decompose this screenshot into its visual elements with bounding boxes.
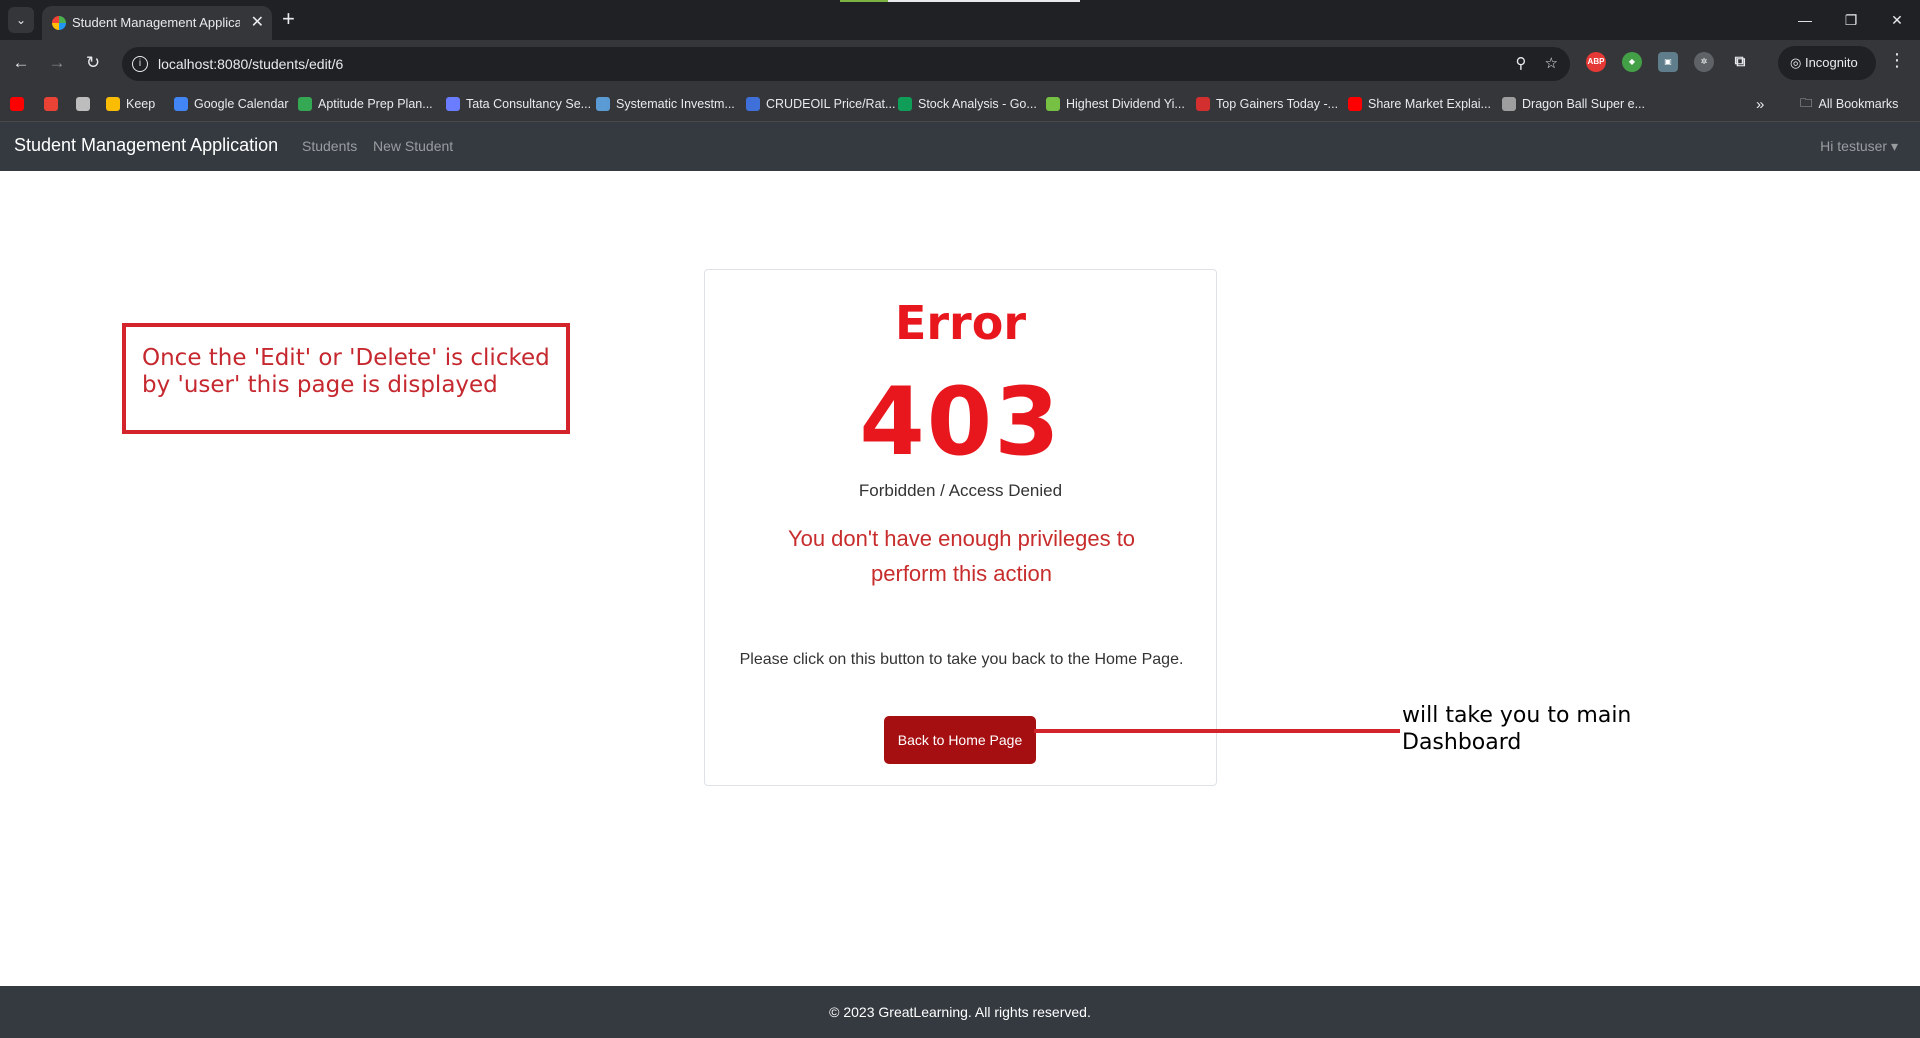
- bookmark-item[interactable]: Share Market Explai...: [1348, 95, 1491, 113]
- prep-icon: [298, 97, 312, 111]
- help-text: Please click on this button to take you …: [739, 651, 1184, 668]
- extension-icon[interactable]: ▣: [1658, 52, 1678, 72]
- crude-icon: [746, 97, 760, 111]
- bookmark-item[interactable]: Aptitude Prep Plan...: [298, 95, 433, 113]
- gmail-icon: [44, 97, 58, 111]
- back-to-home-button[interactable]: Back to Home Page: [884, 716, 1036, 764]
- bookmark-label: Top Gainers Today -...: [1216, 97, 1339, 111]
- site-info-icon[interactable]: i: [132, 56, 148, 72]
- bookmark-item[interactable]: Highest Dividend Yi...: [1046, 95, 1185, 113]
- youtube-icon: [10, 97, 24, 111]
- bookmark-label: Dragon Ball Super e...: [1522, 97, 1645, 111]
- bookmark-item[interactable]: Stock Analysis - Go...: [898, 95, 1037, 113]
- keep-icon: [106, 97, 120, 111]
- error-message: You don't have enough privileges to perf…: [787, 526, 1136, 586]
- globe-icon: [1502, 97, 1516, 111]
- bookmark-label: Systematic Investm...: [616, 97, 735, 111]
- annotation-box: Once the 'Edit' or 'Delete' is clicked b…: [122, 323, 570, 434]
- bookmark-label: Tata Consultancy Se...: [466, 97, 592, 111]
- tab-title: Student Management Applicati: [72, 15, 240, 30]
- error-code: 403: [859, 368, 1062, 477]
- bookmark-item[interactable]: Systematic Investm...: [596, 95, 735, 113]
- main-content: Error 403 Forbidden / Access Denied You …: [0, 171, 1920, 986]
- annotation-side-text: will take you to main Dashboard: [1402, 703, 1632, 755]
- incognito-icon: ◎: [1790, 55, 1805, 70]
- bookmark-item[interactable]: Tata Consultancy Se...: [446, 95, 591, 113]
- tab-accent-green: [840, 0, 888, 2]
- browser-chrome: ⌄ Student Management Applicati ✕ + — ❐ ✕…: [0, 0, 1920, 122]
- tab-close-icon[interactable]: ✕: [251, 12, 264, 32]
- tab-favicon-icon: [52, 16, 66, 30]
- incognito-badge[interactable]: ◎ Incognito: [1778, 46, 1876, 80]
- bookmark-item[interactable]: [44, 95, 58, 113]
- bookmark-item[interactable]: Dragon Ball Super e...: [1502, 95, 1645, 113]
- nav-new-student-link[interactable]: New Student: [373, 138, 453, 154]
- bookmark-label: Stock Analysis - Go...: [918, 97, 1037, 111]
- all-bookmarks-folder[interactable]: 🗀 All Bookmarks: [1800, 95, 1898, 113]
- browser-toolbar: ← → ↻ i localhost:8080/students/edit/6 ⚲…: [0, 40, 1920, 86]
- annotation-box-text: Once the 'Edit' or 'Delete' is clicked b…: [142, 345, 550, 398]
- bookmark-item[interactable]: [10, 95, 24, 113]
- sip-icon: [596, 97, 610, 111]
- extension-icon[interactable]: ◆: [1622, 52, 1642, 72]
- tcs-icon: [446, 97, 460, 111]
- bookmark-label: Google Calendar: [194, 97, 289, 111]
- reload-icon[interactable]: ↻: [80, 50, 106, 76]
- page-footer: © 2023 GreatLearning. All rights reserve…: [0, 986, 1920, 1038]
- chart-icon: [1046, 97, 1060, 111]
- bookmarks-overflow-icon[interactable]: »: [1756, 95, 1764, 113]
- error-subtitle: Forbidden / Access Denied: [858, 481, 1063, 500]
- address-bar[interactable]: i localhost:8080/students/edit/6 ⚲ ☆: [122, 47, 1570, 81]
- tab-strip: ⌄ Student Management Applicati ✕ + — ❐ ✕: [0, 0, 1920, 40]
- folder-icon: 🗀: [1800, 95, 1813, 110]
- omnibox-actions: ⚲ ☆: [1516, 54, 1558, 72]
- restore-button[interactable]: ❐: [1828, 0, 1874, 40]
- sheets-icon: [898, 97, 912, 111]
- error-title: Error: [894, 296, 1027, 350]
- new-tab-button[interactable]: +: [282, 6, 295, 32]
- close-window-button[interactable]: ✕: [1874, 0, 1920, 40]
- adblock-extension-icon[interactable]: ABP: [1586, 52, 1606, 72]
- back-icon[interactable]: ←: [8, 50, 34, 76]
- window-controls: — ❐ ✕: [1782, 0, 1920, 40]
- app-brand[interactable]: Student Management Application: [14, 135, 278, 156]
- user-dropdown[interactable]: Hi testuser ▾: [1820, 138, 1898, 155]
- extensions-puzzle-icon[interactable]: ⧉: [1730, 52, 1750, 72]
- bookmarks-bar: 🗀 All Bookmarks » Keep Google Calendar Apti…: [0, 86, 1920, 122]
- all-bookmarks-label: All Bookmarks: [1818, 97, 1899, 111]
- bookmark-item[interactable]: CRUDEOIL Price/Rat...: [746, 95, 895, 113]
- more-menu-icon[interactable]: ⋮: [1888, 50, 1906, 71]
- et-icon: [1196, 97, 1210, 111]
- url-text[interactable]: localhost:8080/students/edit/6: [158, 56, 343, 72]
- youtube-icon: [1348, 97, 1362, 111]
- bookmark-label: Share Market Explai...: [1368, 97, 1491, 111]
- incognito-label: Incognito: [1804, 55, 1858, 70]
- calendar-icon: [174, 97, 188, 111]
- app-navbar: Student Management Application Students …: [0, 122, 1920, 171]
- bookmark-label: Highest Dividend Yi...: [1066, 97, 1185, 111]
- error-card: Error 403 Forbidden / Access Denied You …: [704, 269, 1217, 786]
- bookmark-label: Keep: [126, 97, 156, 111]
- bookmark-item[interactable]: [76, 95, 90, 113]
- folder-icon: [76, 97, 90, 111]
- extension-icon[interactable]: ✲: [1694, 52, 1714, 72]
- bookmark-item[interactable]: Top Gainers Today -...: [1196, 95, 1338, 113]
- zoom-search-icon[interactable]: ⚲: [1516, 54, 1527, 72]
- browser-tab[interactable]: Student Management Applicati ✕: [42, 6, 272, 40]
- minimize-button[interactable]: —: [1782, 0, 1828, 40]
- annotation-connector-line: [1034, 729, 1400, 733]
- bookmark-item[interactable]: Keep: [106, 95, 155, 113]
- bookmark-item[interactable]: Google Calendar: [174, 95, 289, 113]
- bookmark-label: Aptitude Prep Plan...: [318, 97, 433, 111]
- tab-search-icon[interactable]: ⌄: [8, 7, 34, 33]
- bookmark-star-icon[interactable]: ☆: [1545, 54, 1558, 72]
- bookmark-label: CRUDEOIL Price/Rat...: [766, 97, 896, 111]
- forward-icon[interactable]: →: [44, 50, 70, 76]
- nav-students-link[interactable]: Students: [302, 138, 357, 154]
